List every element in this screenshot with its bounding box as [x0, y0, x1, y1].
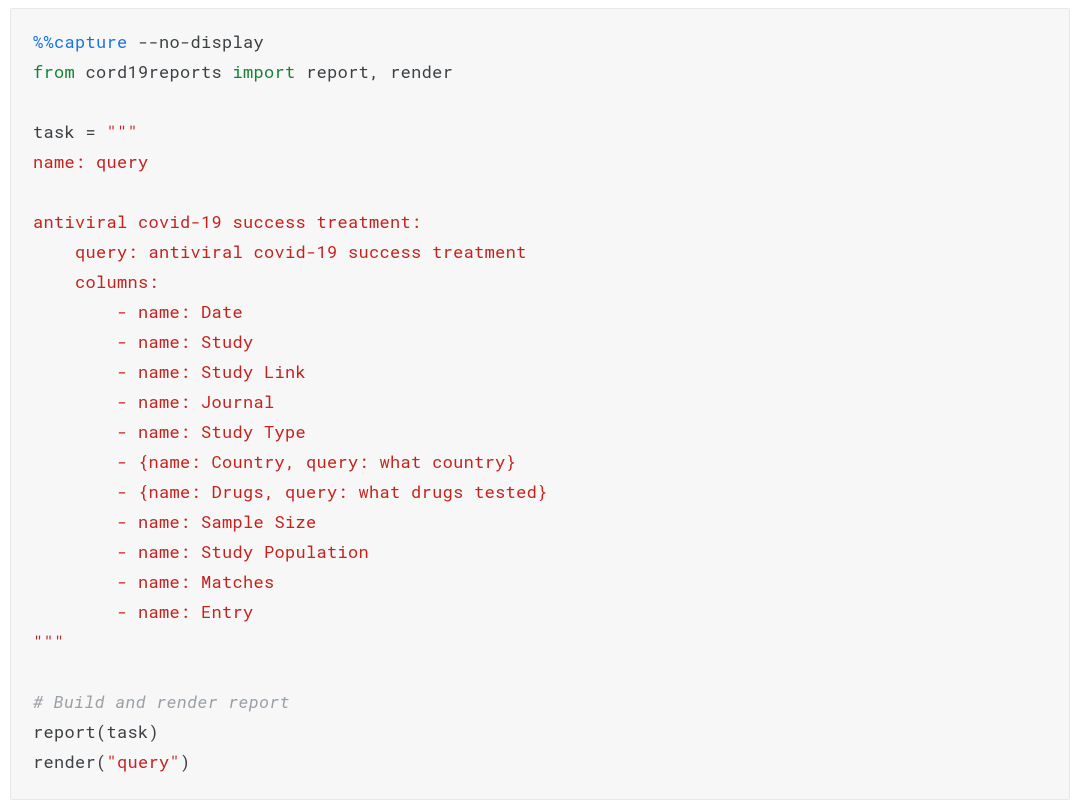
string-line: - name: Study — [33, 330, 254, 353]
string-line: - name: Journal — [33, 390, 275, 413]
string-line: query: antiviral covid-19 success treatm… — [33, 240, 527, 263]
string-line: - {name: Country, query: what country} — [33, 450, 516, 473]
keyword-from: from — [33, 60, 75, 83]
import-names: report, render — [296, 60, 454, 83]
module-name: cord19reports — [75, 60, 233, 83]
code-cell[interactable]: %%capture --no-display from cord19report… — [10, 8, 1070, 800]
variable-name: task — [33, 120, 86, 143]
keyword-import: import — [233, 60, 296, 83]
string-line: columns: — [33, 270, 159, 293]
string-line: - name: Matches — [33, 570, 275, 593]
string-line: - name: Study Population — [33, 540, 369, 563]
call-render-post: ) — [180, 750, 191, 773]
string-line: - name: Sample Size — [33, 510, 317, 533]
string-close: """ — [33, 630, 65, 653]
call-render-pre: render( — [33, 750, 107, 773]
string-line: - {name: Drugs, query: what drugs tested… — [33, 480, 548, 503]
call-report: report(task) — [33, 720, 159, 743]
operator-equals: = — [86, 120, 97, 143]
string-line: - name: Date — [33, 300, 243, 323]
magic-command: %%capture — [33, 30, 128, 53]
call-render-arg: "query" — [107, 750, 181, 773]
string-line: - name: Entry — [33, 600, 254, 623]
magic-args: --no-display — [128, 30, 265, 53]
string-open: """ — [96, 120, 138, 143]
string-line: antiviral covid-19 success treatment: — [33, 210, 422, 233]
comment: # Build and render report — [33, 690, 290, 713]
string-line: - name: Study Link — [33, 360, 306, 383]
string-line: name: query — [33, 150, 149, 173]
string-line: - name: Study Type — [33, 420, 306, 443]
